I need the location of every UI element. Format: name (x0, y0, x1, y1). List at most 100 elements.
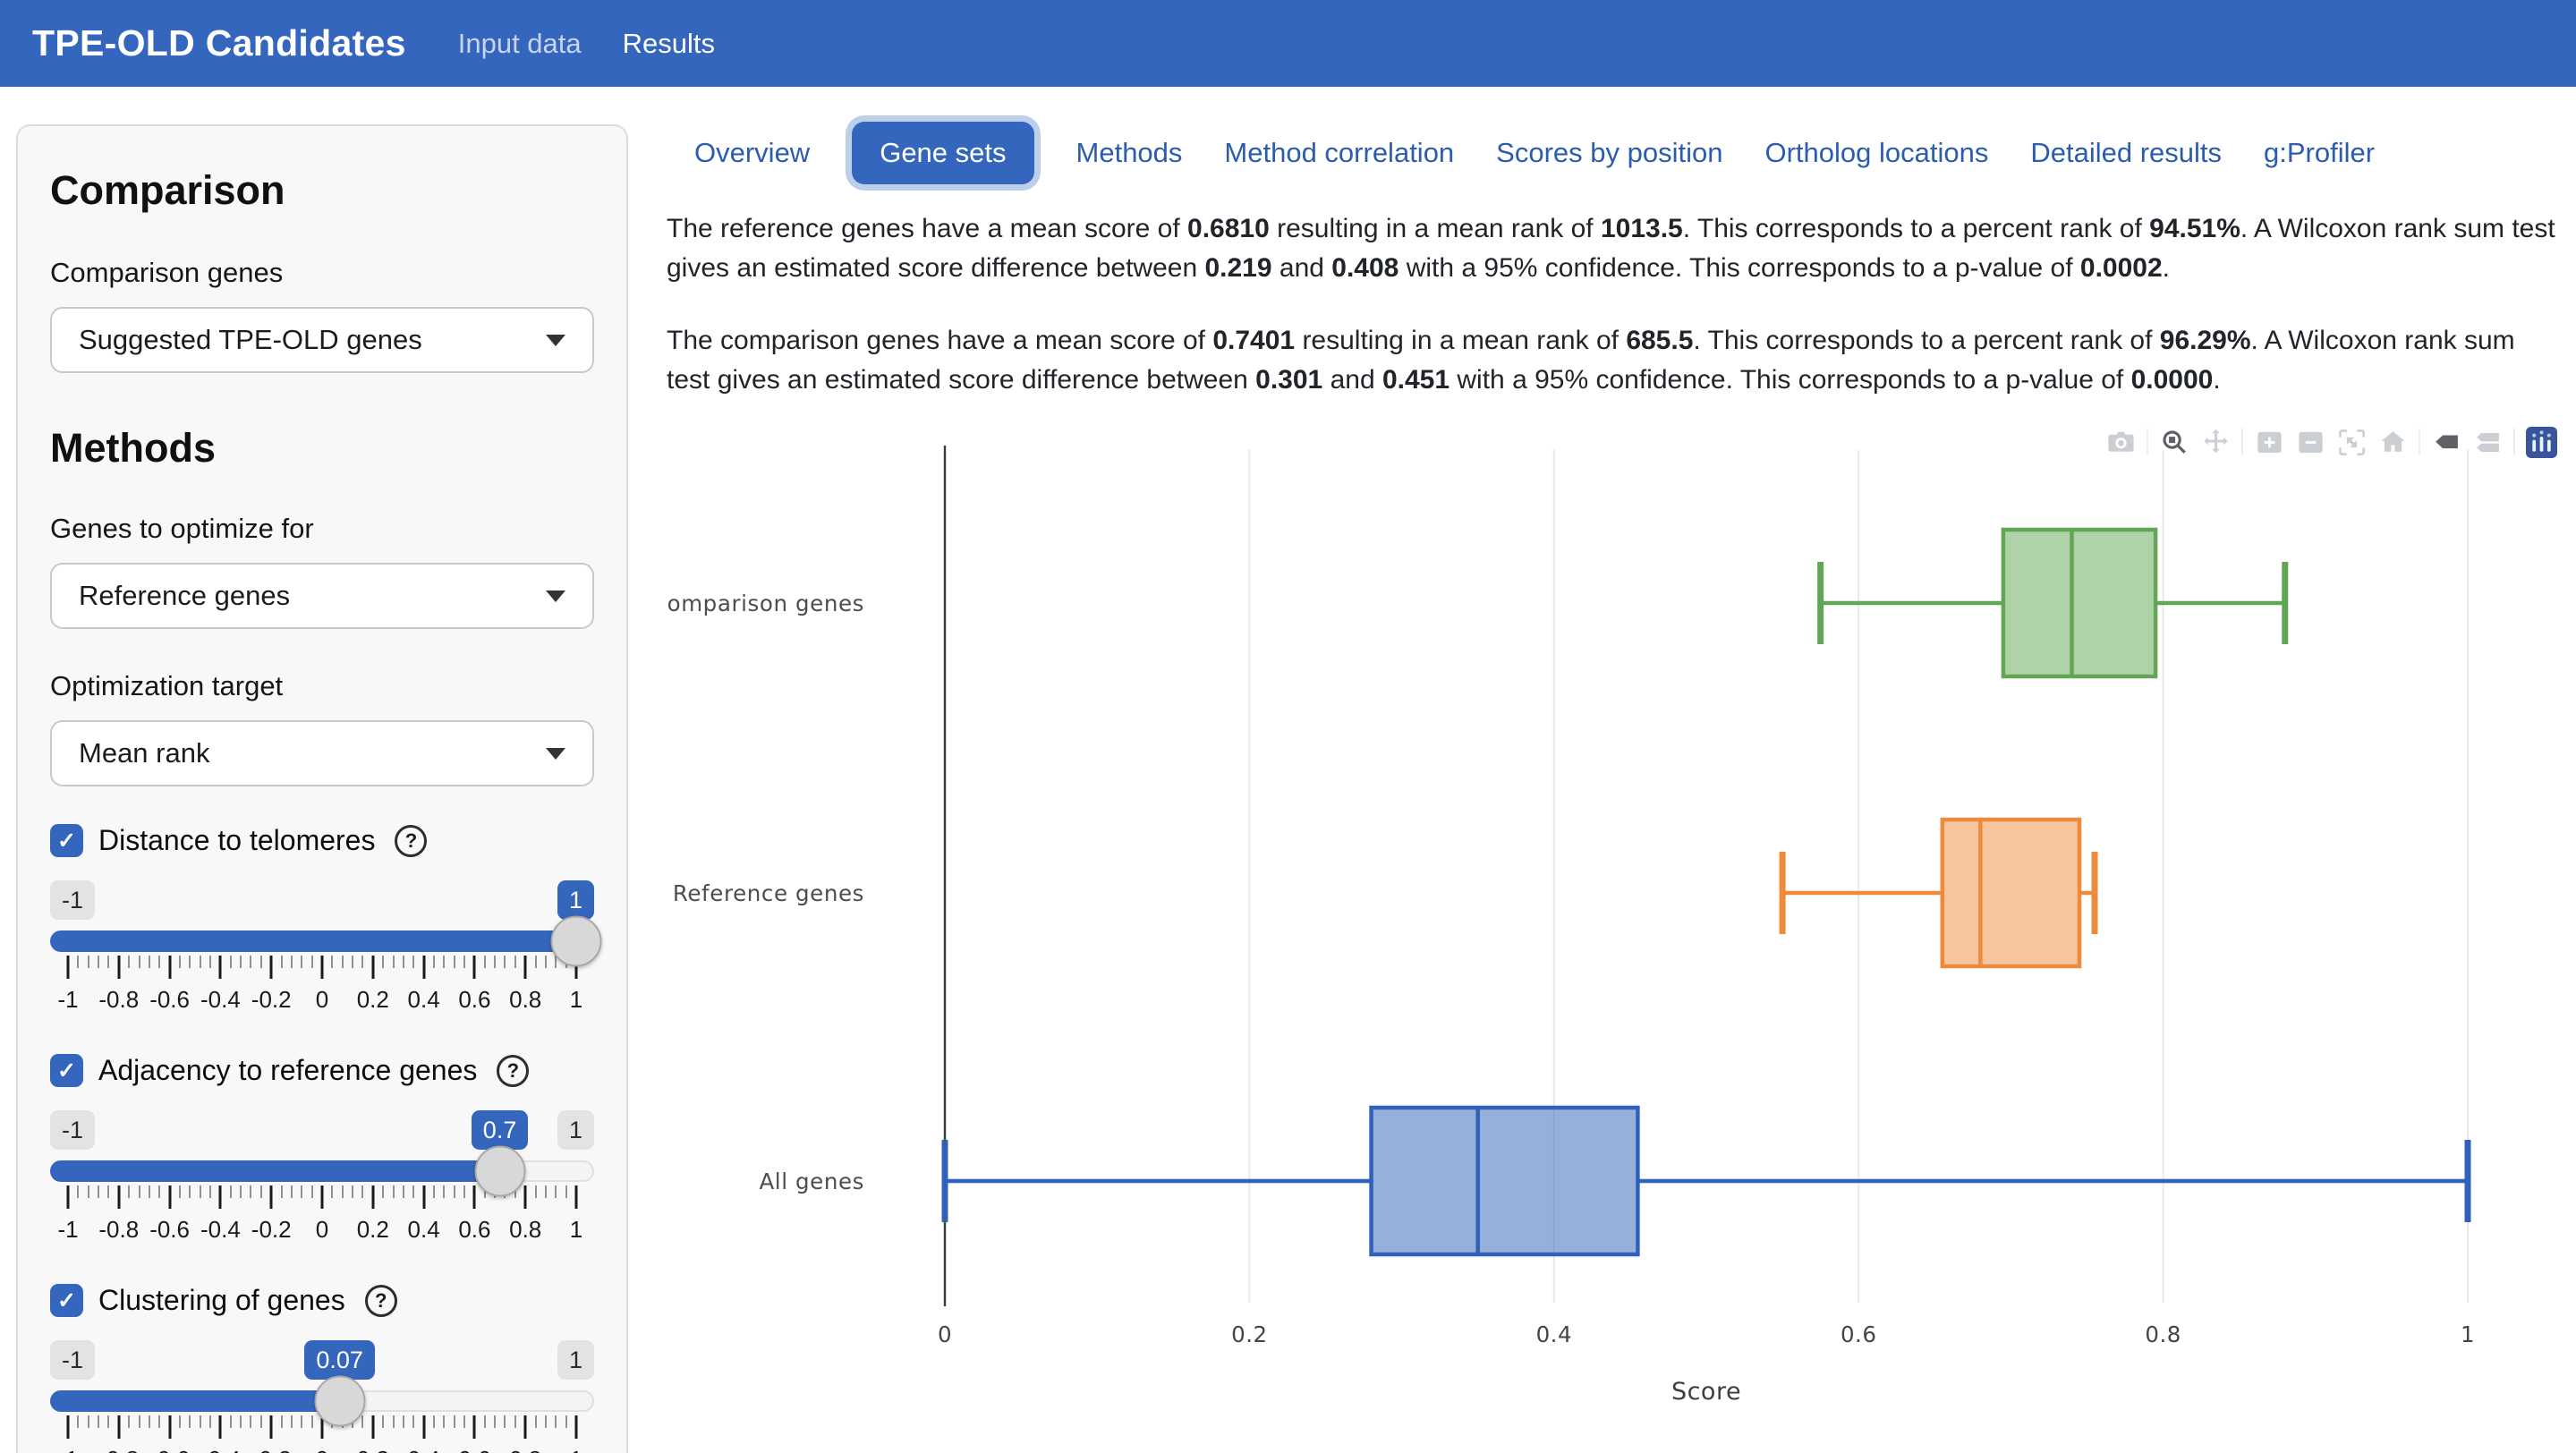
tick-major (168, 1415, 171, 1439)
clustering-of-genes-handle[interactable] (314, 1376, 365, 1427)
tick-minor (443, 1185, 445, 1198)
tick-minor (230, 1415, 232, 1428)
tick-minor (393, 1415, 395, 1428)
tick-minor (555, 1415, 557, 1428)
clustering-of-genes-track[interactable] (50, 1390, 594, 1412)
tab-ortholog-locations[interactable]: Ortholog locations (1764, 137, 1988, 169)
tick-minor (545, 1415, 547, 1428)
tick-label: 0.6 (458, 1446, 490, 1453)
pan-icon[interactable] (2195, 422, 2236, 462)
tick-minor (331, 956, 333, 968)
nav-item-results[interactable]: Results (623, 28, 715, 60)
box-comparison-genes[interactable] (1821, 530, 2285, 676)
adjacency-to-reference-genes-track[interactable] (50, 1160, 594, 1182)
tick-label: -0.6 (149, 1446, 190, 1453)
tick-minor (189, 956, 191, 968)
camera-icon[interactable] (2100, 422, 2141, 462)
clustering-of-genes-checkbox[interactable]: ✓ (50, 1284, 83, 1317)
box-reference-genes[interactable] (1782, 820, 2095, 966)
tick-major (422, 1185, 425, 1209)
tick-minor (311, 1185, 313, 1198)
tab-detailed-results[interactable]: Detailed results (2030, 137, 2222, 169)
tick-major (575, 1185, 578, 1209)
distance-to-telomeres-track[interactable] (50, 930, 594, 952)
adjacency-to-reference-genes-handle[interactable] (474, 1146, 525, 1197)
autoscale-icon[interactable] (2331, 422, 2372, 462)
tick-minor (352, 1185, 353, 1198)
distance-to-telomeres-handle[interactable] (551, 916, 602, 967)
hover-compare-icon[interactable] (2467, 422, 2508, 462)
tick-label: -1 (57, 1216, 78, 1244)
tick-minor (98, 1185, 99, 1198)
tick-label: 0.2 (357, 1216, 389, 1244)
tick-minor (301, 1415, 302, 1428)
boxplot-svg[interactable]: Comparison genesReference genesAll genes… (667, 410, 2576, 1453)
tick-major (117, 1185, 120, 1209)
distance-to-telomeres-checkbox[interactable]: ✓ (50, 824, 83, 857)
tab-method-correlation[interactable]: Method correlation (1224, 137, 1454, 169)
zoom-in-icon[interactable] (2249, 422, 2290, 462)
tick-minor (361, 1415, 363, 1428)
tick-minor (209, 1185, 211, 1198)
adjacency-to-reference-genes-slider[interactable]: -110.7-1-0.8-0.6-0.4-0.200.20.40.60.81 (50, 1110, 594, 1246)
tick-major (473, 1415, 476, 1439)
tick-minor (189, 1415, 191, 1428)
distance-to-telomeres-slider[interactable]: -111-1-0.8-0.6-0.4-0.200.20.40.60.81 (50, 880, 594, 1016)
tick-major (168, 956, 171, 979)
tick-minor (149, 1185, 150, 1198)
tick-minor (504, 1415, 506, 1428)
zoom-out-icon[interactable] (2290, 422, 2331, 462)
adjacency-to-reference-genes-row: ✓Adjacency to reference genes? (50, 1054, 594, 1087)
nav-item-input-data[interactable]: Input data (458, 28, 582, 60)
comparison-genes-selected-value: Suggested TPE-OLD genes (79, 324, 422, 356)
tick-minor (352, 956, 353, 968)
tick-minor (403, 956, 404, 968)
clustering-of-genes-help-icon[interactable]: ? (365, 1285, 397, 1317)
chevron-down-icon (546, 748, 565, 760)
adjacency-to-reference-genes-max-badge: 1 (557, 1110, 594, 1150)
tick-major (422, 956, 425, 979)
tab-overview[interactable]: Overview (694, 137, 810, 169)
tick-major (219, 1185, 222, 1209)
tick-minor (128, 956, 130, 968)
tab-g-profiler[interactable]: g:Profiler (2264, 137, 2375, 169)
reset-axes-icon[interactable] (2372, 422, 2413, 462)
tick-major (371, 1185, 374, 1209)
distance-to-telomeres-fill (50, 930, 576, 952)
methods-list: ✓Distance to telomeres? -111-1-0.8-0.6-0.… (50, 824, 594, 1453)
box-all-genes[interactable] (945, 1108, 2468, 1254)
tick-label: -0.8 (98, 1216, 139, 1244)
tab-scores-by-position[interactable]: Scores by position (1496, 137, 1722, 169)
clustering-of-genes-slider[interactable]: -110.07-1-0.8-0.6-0.4-0.200.20.40.60.81 (50, 1340, 594, 1453)
navbar-links: Input data Results (458, 28, 715, 60)
tick-minor (454, 956, 455, 968)
tick-minor (463, 1415, 465, 1428)
zoom-icon[interactable] (2154, 422, 2195, 462)
tick-minor (494, 1415, 496, 1428)
tick-minor (209, 956, 211, 968)
method-adjacency-to-reference-genes: ✓Adjacency to reference genes?-110.7-1-0… (50, 1054, 594, 1246)
app-title: TPE-OLD Candidates (32, 22, 406, 64)
optimization-target-select[interactable]: Mean rank (50, 720, 594, 786)
adjacency-to-reference-genes-help-icon[interactable]: ? (497, 1055, 529, 1087)
x-tick-label: 0.2 (1231, 1321, 1267, 1347)
tick-minor (545, 1185, 547, 1198)
adjacency-to-reference-genes-checkbox[interactable]: ✓ (50, 1054, 83, 1087)
tick-minor (240, 1185, 242, 1198)
x-tick-label: 0.4 (1536, 1321, 1572, 1347)
modebar-separator (2147, 429, 2148, 455)
tick-minor (555, 1185, 557, 1198)
iqr-box (1943, 820, 2079, 966)
tick-label: -0.8 (98, 986, 139, 1014)
tick-minor (128, 1415, 130, 1428)
tab-methods[interactable]: Methods (1076, 137, 1183, 169)
plotly-logo-icon[interactable] (2521, 422, 2562, 462)
tick-major (168, 1185, 171, 1209)
distance-to-telomeres-row: ✓Distance to telomeres? (50, 824, 594, 857)
tick-minor (342, 956, 344, 968)
distance-to-telomeres-help-icon[interactable]: ? (395, 825, 427, 857)
comparison-genes-select[interactable]: Suggested TPE-OLD genes (50, 307, 594, 373)
tab-gene-sets[interactable]: Gene sets (852, 122, 1033, 184)
genes-to-optimize-select[interactable]: Reference genes (50, 563, 594, 629)
hover-closest-icon[interactable] (2426, 422, 2467, 462)
